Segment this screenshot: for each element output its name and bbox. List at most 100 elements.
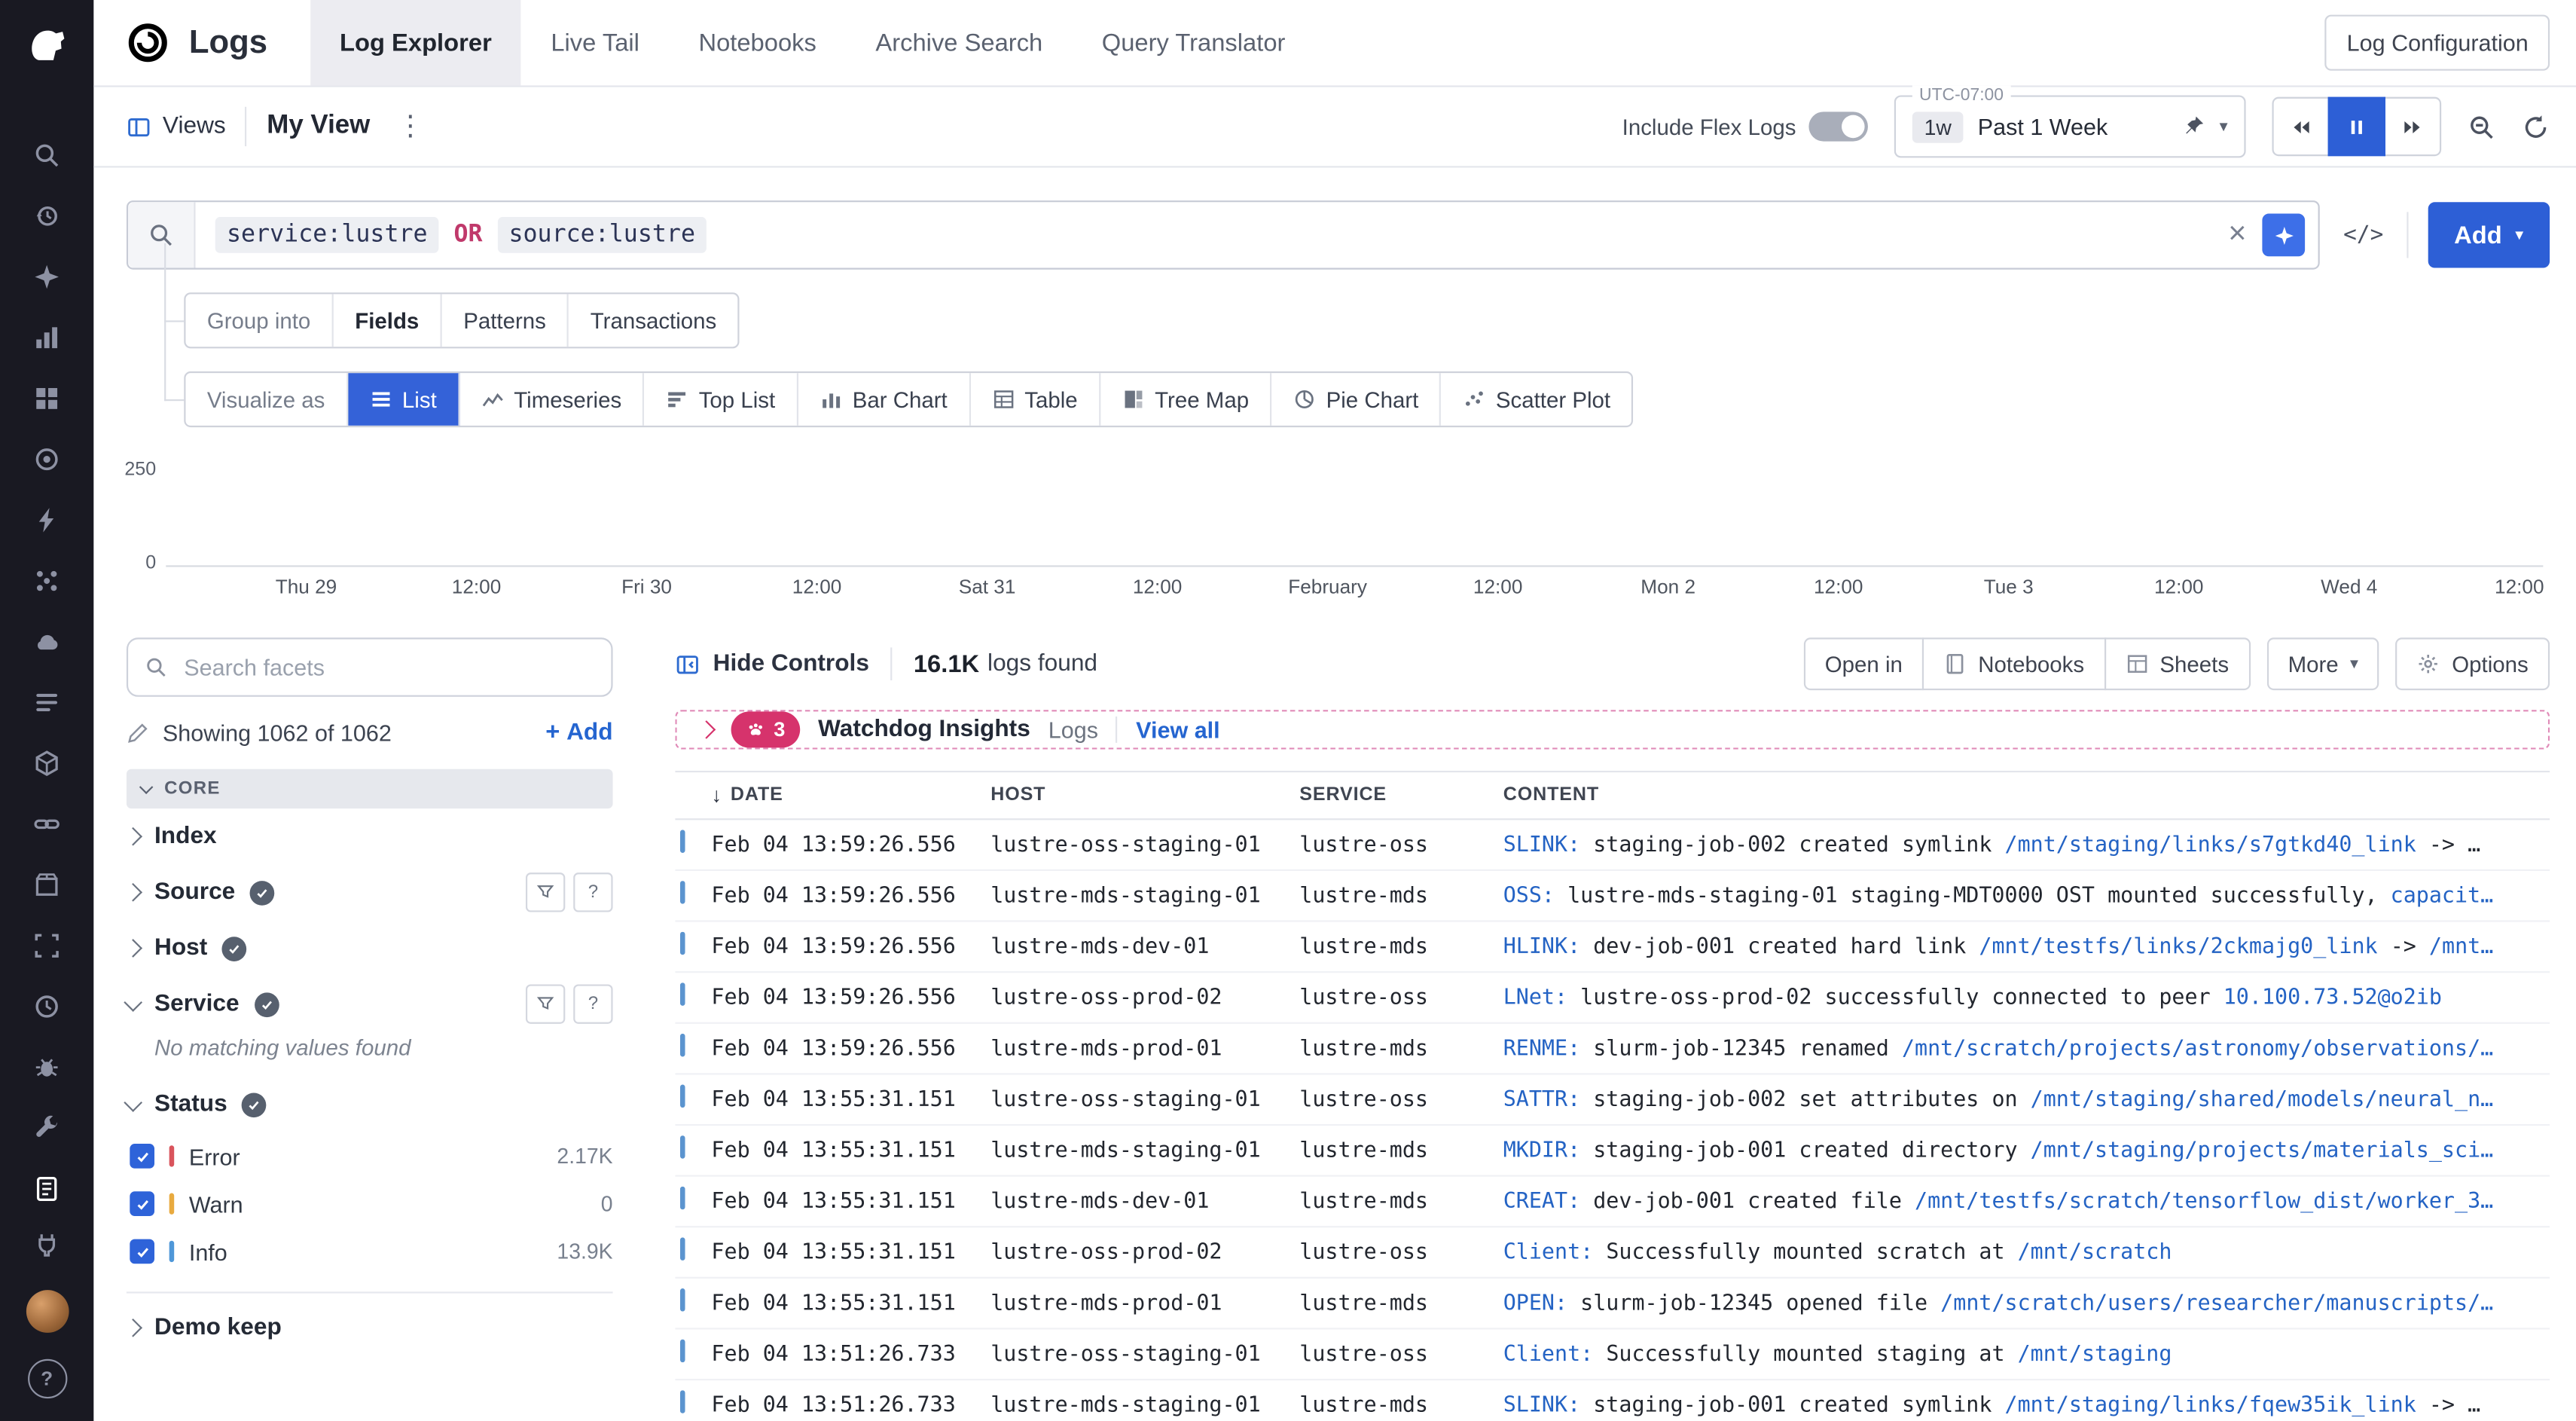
option-top-list[interactable]: Top List [645, 373, 798, 426]
option-bar-chart[interactable]: Bar Chart [798, 373, 971, 426]
refresh-icon[interactable] [2522, 112, 2550, 140]
flex-logs-toggle[interactable] [1809, 112, 1869, 141]
option-tree-map[interactable]: Tree Map [1100, 373, 1271, 426]
facet-value-row[interactable]: Error 2.17K [127, 1132, 613, 1180]
help-icon[interactable]: ? [27, 1359, 66, 1398]
log-stream-icon[interactable] [27, 682, 66, 721]
column-date[interactable]: ↓ DATE [711, 784, 990, 807]
facet-header[interactable]: Source ? [127, 864, 613, 920]
facet-header[interactable]: Status [127, 1077, 613, 1132]
tools-icon[interactable] [27, 1108, 66, 1147]
fast-forward-button[interactable] [2384, 97, 2441, 157]
ai-assist-button[interactable] [2263, 214, 2306, 257]
log-row[interactable]: Feb 04 13:51:26.733 lustre-oss-staging-0… [675, 1330, 2550, 1381]
tab-query-translator[interactable]: Query Translator [1073, 0, 1315, 85]
integrations-icon[interactable] [27, 1224, 66, 1264]
facet-value-row[interactable]: Warn 0 [127, 1180, 613, 1227]
log-row[interactable]: Feb 04 13:59:26.556 lustre-mds-staging-0… [675, 871, 2550, 922]
rewind-button[interactable] [2272, 97, 2329, 157]
checkbox[interactable] [130, 1191, 154, 1216]
frames-icon[interactable] [27, 925, 66, 964]
options-button[interactable]: Options [2396, 637, 2550, 690]
facet-header[interactable]: Demo keep [127, 1300, 613, 1355]
log-row[interactable]: Feb 04 13:59:26.556 lustre-oss-staging-0… [675, 820, 2550, 871]
option-fields[interactable]: Fields [334, 294, 442, 347]
log-configuration-button[interactable]: Log Configuration [2325, 15, 2550, 71]
query-search-box[interactable]: service:lustre OR source:lustre × [127, 200, 2321, 270]
option-timeseries[interactable]: Timeseries [459, 373, 644, 426]
log-row[interactable]: Feb 04 13:51:26.733 lustre-mds-staging-0… [675, 1380, 2550, 1421]
zoom-out-icon[interactable] [2468, 112, 2495, 140]
code-view-icon[interactable]: </> [2340, 222, 2387, 248]
tab-log-explorer[interactable]: Log Explorer [310, 0, 521, 85]
clear-query-icon[interactable]: × [2211, 217, 2263, 253]
help-icon[interactable]: ? [573, 984, 612, 1023]
filter-icon[interactable] [526, 984, 565, 1023]
facet-header[interactable]: Service ? [127, 976, 613, 1032]
column-host[interactable]: HOST [990, 786, 1299, 805]
option-patterns[interactable]: Patterns [442, 294, 569, 347]
checkbox[interactable] [130, 1144, 154, 1169]
more-button[interactable]: More ▾ [2266, 637, 2379, 690]
pin-icon[interactable] [2181, 115, 2205, 139]
log-row[interactable]: Feb 04 13:59:26.556 lustre-mds-prod-01 l… [675, 1024, 2550, 1075]
bugs-icon[interactable] [27, 1047, 66, 1086]
facet-header[interactable]: Host [127, 920, 613, 976]
view-all-link[interactable]: View all [1136, 717, 1219, 743]
time-range-control[interactable]: UTC-07:00 1w Past 1 Week ▾ [1894, 96, 2245, 158]
log-row[interactable]: Feb 04 13:55:31.151 lustre-oss-staging-0… [675, 1074, 2550, 1126]
checkbox[interactable] [130, 1239, 154, 1264]
column-content[interactable]: CONTENT [1503, 786, 2550, 805]
log-row[interactable]: Feb 04 13:55:31.151 lustre-mds-staging-0… [675, 1126, 2550, 1177]
apm-icon[interactable] [27, 500, 66, 539]
add-button[interactable]: Add ▾ [2428, 202, 2550, 267]
query-token[interactable]: source:lustre [497, 217, 707, 253]
option-table[interactable]: Table [970, 373, 1100, 426]
sheets-button[interactable]: Sheets [2104, 637, 2250, 690]
log-row[interactable]: Feb 04 13:59:26.556 lustre-oss-prod-02 l… [675, 973, 2550, 1024]
facet-search[interactable] [127, 637, 613, 697]
tab-live-tail[interactable]: Live Tail [521, 0, 669, 85]
logs-icon[interactable] [27, 1169, 66, 1208]
facet-search-input[interactable] [181, 652, 595, 682]
views-button[interactable]: Views [127, 113, 226, 139]
user-avat​ar[interactable] [26, 1290, 69, 1333]
datadog-logo[interactable] [0, 0, 93, 89]
links-icon[interactable] [27, 804, 66, 843]
schedule-icon[interactable] [27, 986, 66, 1025]
packages-icon[interactable] [27, 864, 66, 903]
tab-notebooks[interactable]: Notebooks [669, 0, 846, 85]
log-row[interactable]: Feb 04 13:55:31.151 lustre-mds-prod-01 l… [675, 1279, 2550, 1330]
history-icon[interactable] [27, 196, 66, 235]
option-list[interactable]: List [348, 373, 459, 426]
monitors-icon[interactable] [27, 439, 66, 478]
log-row[interactable]: Feb 04 13:59:26.556 lustre-mds-dev-01 lu… [675, 922, 2550, 973]
pencil-icon[interactable] [127, 720, 150, 744]
containers-icon[interactable] [27, 743, 66, 782]
copilot-icon[interactable] [27, 256, 66, 295]
pause-button[interactable] [2328, 97, 2385, 157]
facet-value-row[interactable]: Info 13.9K [127, 1227, 613, 1275]
search-icon[interactable] [27, 135, 66, 174]
notebooks-button[interactable]: Notebooks [1922, 637, 2105, 690]
log-row[interactable]: Feb 04 13:55:31.151 lustre-mds-dev-01 lu… [675, 1177, 2550, 1228]
hide-controls-button[interactable]: Hide Controls [675, 651, 869, 677]
add-facet-button[interactable]: + Add [545, 718, 612, 746]
core-section-header[interactable]: CORE [127, 769, 613, 808]
chevron-right-icon[interactable] [697, 720, 716, 739]
filter-icon[interactable] [526, 872, 565, 912]
option-transactions[interactable]: Transactions [569, 294, 737, 347]
processes-icon[interactable] [27, 561, 66, 600]
tab-archive-search[interactable]: Archive Search [846, 0, 1072, 85]
column-service[interactable]: SERVICE [1299, 786, 1503, 805]
metrics-icon[interactable] [27, 317, 66, 356]
serverless-icon[interactable] [27, 621, 66, 660]
open-in-button[interactable]: Open in [1803, 637, 1924, 690]
chevron-down-icon[interactable]: ▾ [2220, 118, 2228, 136]
query-operator[interactable]: OR [453, 222, 482, 248]
watchdog-insights-banner[interactable]: 3 Watchdog Insights Logs View all [675, 710, 2550, 749]
option-scatter-plot[interactable]: Scatter Plot [1442, 373, 1632, 426]
query-token[interactable]: service:lustre [215, 217, 439, 253]
option-pie-chart[interactable]: Pie Chart [1272, 373, 1442, 426]
kebab-menu-icon[interactable]: ⋮ [390, 110, 432, 143]
